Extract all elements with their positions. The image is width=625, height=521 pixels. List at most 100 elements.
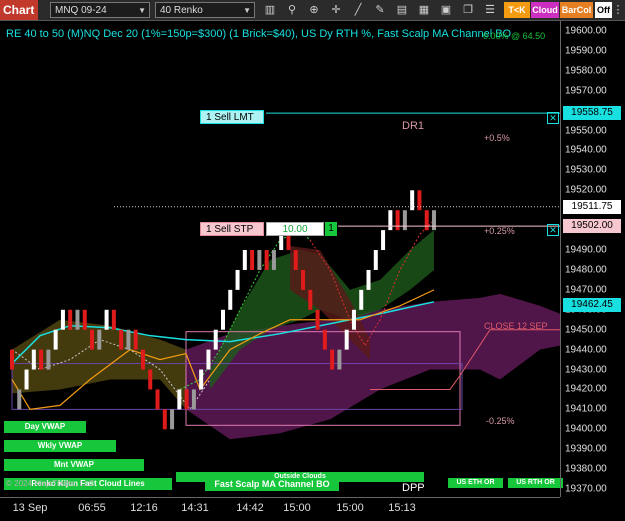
price-marker: 19511.75 xyxy=(563,199,621,214)
barcol-toggle-button[interactable]: BarCol xyxy=(560,2,593,18)
price-tick: 19530.00 xyxy=(565,164,607,176)
dpp-label: DPP xyxy=(402,482,425,494)
list-icon[interactable]: ☰ xyxy=(482,2,498,18)
plus-quarter-percent-label: +0.25% xyxy=(484,226,515,236)
renko-brick xyxy=(366,269,371,290)
renko-brick xyxy=(221,309,225,330)
bar-type-selector[interactable]: 40 Renko ▼ xyxy=(155,2,255,18)
renko-brick xyxy=(75,309,80,330)
grid-icon[interactable]: ▦ xyxy=(416,2,432,18)
renko-brick xyxy=(39,349,44,370)
renko-brick xyxy=(111,309,116,330)
windows-icon[interactable]: ❐ xyxy=(460,2,476,18)
renko-brick xyxy=(90,329,95,350)
renko-brick xyxy=(257,250,262,270)
renko-brick xyxy=(250,250,255,270)
dr1-label: DR1 xyxy=(402,120,425,132)
renko-brick xyxy=(432,210,436,231)
renko-brick xyxy=(97,329,102,350)
price-tick: 19370.00 xyxy=(565,483,607,495)
bar-chart-icon[interactable]: ▥ xyxy=(262,2,278,18)
renko-brick xyxy=(395,210,400,231)
renko-brick xyxy=(206,349,211,370)
minus-quarter-percent-label: -0.25% xyxy=(486,416,515,426)
cloud-toggle-button[interactable]: Cloud xyxy=(531,2,559,18)
sell-stop-order-label[interactable]: 1 Sell STP xyxy=(200,222,264,236)
sell-stop-quantity[interactable]: 10.00 xyxy=(266,222,324,236)
price-tick: 19390.00 xyxy=(565,443,607,455)
time-tick: 15:00 xyxy=(336,502,364,514)
renko-brick xyxy=(31,349,36,370)
price-tick: 19580.00 xyxy=(565,65,607,77)
zoom-in-icon[interactable]: ⊕ xyxy=(306,2,322,18)
renko-brick xyxy=(184,389,189,410)
plus-half-percent-label: +0.5% xyxy=(484,133,510,143)
renko-brick xyxy=(308,289,313,310)
renko-brick xyxy=(148,369,153,390)
magnifier-icon[interactable]: ⚲ xyxy=(284,2,300,18)
time-axis[interactable]: 13 Sep 06:55 12:16 14:31 14:42 15:00 15:00 15:1… xyxy=(0,497,560,521)
time-tick: 14:42 xyxy=(236,502,264,514)
chart-title-tab[interactable]: Chart xyxy=(0,0,38,20)
renko-brick xyxy=(60,309,65,330)
fast-scalp-label: Fast Scalp MA Channel BO xyxy=(205,478,339,491)
renko-brick xyxy=(10,349,14,370)
percent-overlay-label: 0.00% @ 64.50 xyxy=(483,31,546,41)
price-marker: 19462.45 xyxy=(563,297,621,312)
renko-brick xyxy=(388,210,393,231)
cancel-sell-limit-icon[interactable]: ✕ xyxy=(547,112,559,124)
price-tick: 19450.00 xyxy=(565,324,607,336)
price-tick: 19550.00 xyxy=(565,125,607,137)
time-tick: 06:55 xyxy=(78,502,106,514)
properties-icon[interactable]: ▣ xyxy=(438,2,454,18)
renko-brick xyxy=(322,329,327,350)
monthly-vwap-label: Mnt VWAP xyxy=(4,459,144,471)
price-tick: 19470.00 xyxy=(565,284,607,296)
renko-brick xyxy=(351,309,356,330)
time-tick: 13 Sep xyxy=(12,502,48,514)
instrument-selector[interactable]: MNQ 09-24 ▼ xyxy=(50,2,150,18)
copyright-text: © 2024 NinjaTrader, LLC xyxy=(6,479,95,488)
crosshair-icon[interactable]: ✛ xyxy=(328,2,344,18)
sell-limit-order-label[interactable]: 1 Sell LMT xyxy=(200,110,264,124)
day-vwap-label: Day VWAP xyxy=(4,421,86,433)
price-tick: 19420.00 xyxy=(565,383,607,395)
renko-brick xyxy=(140,349,145,370)
chevron-down-icon: ▼ xyxy=(243,6,251,15)
price-tick: 19540.00 xyxy=(565,144,607,156)
renko-brick xyxy=(359,289,364,310)
renko-brick xyxy=(155,389,160,410)
renko-brick xyxy=(381,230,386,251)
time-tick: 14:31 xyxy=(181,502,209,514)
renko-brick xyxy=(264,250,269,270)
renko-brick xyxy=(424,210,429,231)
overflow-menu-icon[interactable]: ⋮ xyxy=(612,2,624,18)
tk-toggle-button[interactable]: T<K xyxy=(504,2,530,18)
renko-brick xyxy=(162,409,167,430)
close-level-label: CLOSE 12 SEP xyxy=(484,321,548,331)
time-tick: 15:00 xyxy=(283,502,311,514)
sell-stop-count[interactable]: 1 xyxy=(325,222,337,236)
price-tick: 19480.00 xyxy=(565,264,607,276)
renko-brick xyxy=(170,409,175,430)
layers-icon[interactable]: ▤ xyxy=(394,2,410,18)
renko-brick xyxy=(199,369,204,390)
chart-toolbar: Chart MNQ 09-24 ▼ 40 Renko ▼ ▥ ⚲ ⊕ ✛ ╱ ✎… xyxy=(0,0,625,21)
price-tick: 19410.00 xyxy=(565,403,607,415)
price-axis[interactable]: 19600.0019590.0019580.0019570.0019560.00… xyxy=(560,21,625,497)
renko-brick xyxy=(46,349,51,370)
price-tick: 19400.00 xyxy=(565,423,607,435)
chevron-down-icon: ▼ xyxy=(138,6,146,15)
draw-line-icon[interactable]: ╱ xyxy=(350,2,366,18)
renko-brick xyxy=(213,329,218,350)
off-toggle-button[interactable]: Off xyxy=(595,2,612,18)
renko-brick xyxy=(191,389,196,410)
cancel-sell-stop-icon[interactable]: ✕ xyxy=(547,224,559,236)
bar-type-value: 40 Renko xyxy=(160,5,203,16)
renko-brick xyxy=(177,389,182,410)
pencil-icon[interactable]: ✎ xyxy=(372,2,388,18)
price-tick: 19490.00 xyxy=(565,244,607,256)
renko-brick xyxy=(24,369,29,390)
price-tick: 19430.00 xyxy=(565,364,607,376)
renko-brick xyxy=(402,210,407,231)
